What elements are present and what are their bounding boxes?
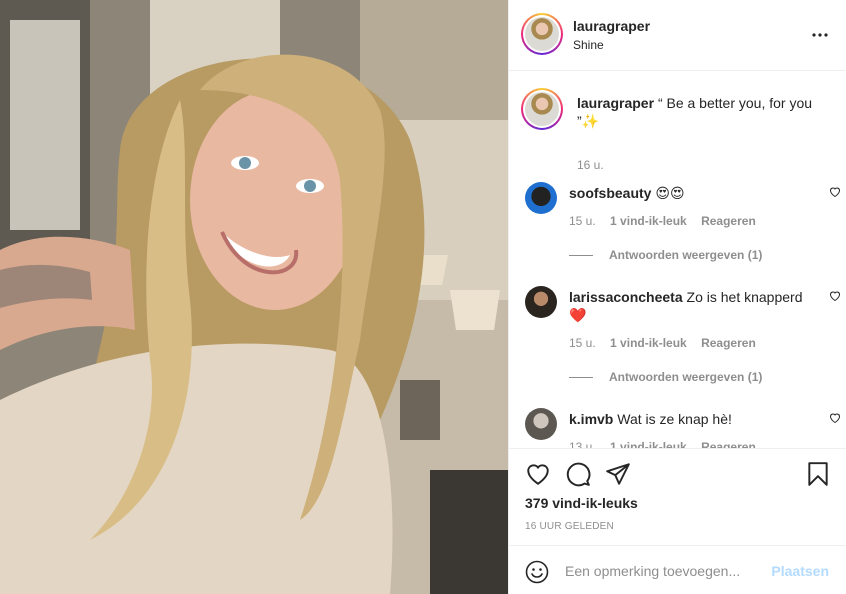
add-comment-form: Plaatsen [509,545,846,594]
share-icon[interactable] [605,461,631,487]
comment-meta: 15 u. 1 vind-ik-leuk Reageren [569,336,767,350]
commenter-username[interactable]: k.imvb [569,411,613,427]
reply-button[interactable]: Reageren [701,440,756,448]
commenter-username[interactable]: soofsbeauty [569,185,651,201]
comment-body: 😍😍 [655,185,685,201]
comment-body: Wat is ze knap hè! [617,411,732,427]
post-side-panel: lauragraper Shine lauragraper “ Be a bet… [508,0,846,594]
more-options-icon[interactable] [811,26,829,44]
comment-time[interactable]: 13 u. [569,440,596,448]
instagram-post: lauragraper Shine lauragraper “ Be a bet… [0,0,846,594]
view-replies-button[interactable]: Antwoorden weergeven (1) [569,248,762,262]
comment-like-icon[interactable] [829,186,841,198]
comment-icon[interactable] [565,461,591,487]
comment-like-icon[interactable] [829,412,841,424]
commenter-avatar[interactable] [525,286,557,318]
comment-likes[interactable]: 1 vind-ik-leuk [610,336,687,350]
selfie-image [0,0,508,594]
caption-username[interactable]: lauragraper [577,95,654,111]
commenter-username[interactable]: larissaconcheeta [569,289,683,305]
author-avatar[interactable] [521,13,563,55]
comment-likes[interactable]: 1 vind-ik-leuk [610,214,687,228]
comment-meta: 13 u. 1 vind-ik-leuk Reageren [569,440,767,448]
post-header: lauragraper Shine [509,0,846,71]
post-timestamp[interactable]: 16 UUR GELEDEN [525,521,614,532]
bookmark-icon[interactable] [805,461,831,487]
comment-time[interactable]: 15 u. [569,336,596,350]
comment-like-icon[interactable] [829,290,841,302]
reply-button[interactable]: Reageren [701,214,756,228]
comment-likes[interactable]: 1 vind-ik-leuk [610,440,687,448]
comment-time[interactable]: 15 u. [569,214,596,228]
post-comment-button[interactable]: Plaatsen [771,563,829,579]
commenter-avatar[interactable] [525,408,557,440]
emoji-icon[interactable] [525,560,549,584]
author-username[interactable]: lauragraper [573,18,650,34]
like-count[interactable]: 379 vind-ik-leuks [525,495,638,511]
comment-input[interactable] [565,558,765,584]
caption-text: lauragraper “ Be a better you, for you ”… [577,94,827,130]
comment-meta: 15 u. 1 vind-ik-leuk Reageren [569,214,767,228]
comment-text: k.imvb Wat is ze knap hè! [569,410,809,428]
comment-text: larissaconcheeta Zo is het knapperd❤️ [569,288,809,324]
commenter-avatar[interactable] [525,182,557,214]
caption-avatar[interactable] [521,88,563,130]
view-replies-button[interactable]: Antwoorden weergeven (1) [569,370,762,384]
heart-icon[interactable] [525,461,551,487]
action-bar: 379 vind-ik-leuks 16 UUR GELEDEN Plaatse… [509,448,846,594]
post-photo[interactable] [0,0,508,594]
post-location[interactable]: Shine [573,38,604,52]
comment-list[interactable]: lauragraper “ Be a better you, for you ”… [509,72,846,448]
comment-text: soofsbeauty 😍😍 [569,184,809,202]
reply-button[interactable]: Reageren [701,336,756,350]
caption-time[interactable]: 16 u. [577,158,604,172]
